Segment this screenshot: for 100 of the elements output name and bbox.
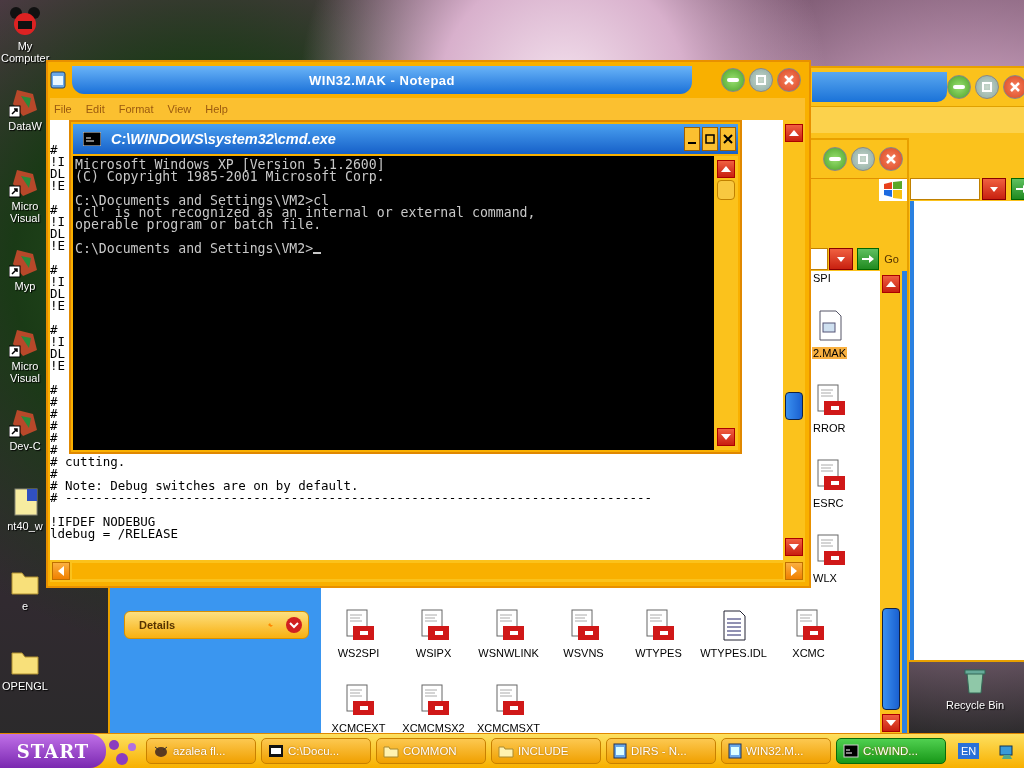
- console-output[interactable]: [73, 156, 714, 450]
- file-name[interactable]: XCMCEXT: [330, 722, 387, 734]
- scroll-right-button[interactable]: [785, 562, 803, 580]
- details-panel-header[interactable]: Details: [124, 611, 309, 639]
- desktop-icon-label: Recycle Bin: [944, 699, 1006, 711]
- scroll-thumb[interactable]: [717, 180, 735, 200]
- dropdown-button[interactable]: [829, 248, 854, 270]
- file-name[interactable]: WSNWLINK: [477, 647, 540, 659]
- right-arrow-icon: [862, 254, 875, 264]
- file-name[interactable]: WSVNS: [562, 647, 605, 659]
- text-line: ldebug = /RELEASE: [50, 528, 178, 540]
- text-line: #: [50, 324, 58, 336]
- file-name[interactable]: WTYPES.IDL: [699, 647, 768, 659]
- console-line: 'cl' is not recognized as an internal or external command,: [75, 207, 536, 219]
- text-line: #: [50, 204, 58, 216]
- desktop-icon-label: Micro Visual: [9, 200, 41, 224]
- text-line: #: [50, 420, 58, 432]
- vertical-scrollbar[interactable]: [783, 120, 805, 560]
- text-line: !E: [50, 300, 66, 312]
- close-icon: [723, 134, 733, 144]
- desktop-icon-label: OPENGL: [1, 680, 49, 692]
- horizontal-scrollbar[interactable]: [50, 560, 805, 582]
- left-arrow-icon: [58, 566, 64, 576]
- maximize-button[interactable]: [749, 68, 773, 92]
- file-name[interactable]: WTYPES: [634, 647, 683, 659]
- caret-icon: [990, 186, 998, 192]
- maximize-button[interactable]: [702, 127, 718, 151]
- scroll-up-button[interactable]: [882, 275, 900, 293]
- dropdown-button[interactable]: [982, 178, 1006, 200]
- file-name[interactable]: 2.MAK: [812, 347, 847, 359]
- network-icon[interactable]: [998, 742, 1016, 760]
- scroll-down-button[interactable]: [785, 538, 803, 556]
- go-button[interactable]: [857, 248, 880, 270]
- bug-icon: [153, 744, 169, 758]
- text-line: !IFDEF NODEBUG: [50, 516, 156, 528]
- window-title: WIN32.MAK - Notepad: [309, 72, 455, 88]
- text-line: DL: [50, 168, 66, 180]
- text-line: #: [50, 444, 58, 456]
- caret-icon: [837, 256, 846, 262]
- text-line: !I: [50, 276, 66, 288]
- text-line: !E: [50, 240, 66, 252]
- desktop-icon-label: Micro Visual: [9, 360, 41, 384]
- file-name[interactable]: ESRC: [812, 497, 845, 509]
- vertical-scrollbar[interactable]: [714, 156, 738, 450]
- file-name[interactable]: WLX: [812, 572, 838, 584]
- up-arrow-icon: [721, 166, 731, 172]
- text-line: #: [50, 384, 58, 396]
- close-icon: [1010, 82, 1020, 92]
- console-line: operable program or batch file.: [75, 219, 322, 231]
- text-line: !I: [50, 336, 66, 348]
- scroll-up-button[interactable]: [785, 124, 803, 142]
- desktop-icon-label: Myp: [13, 280, 37, 292]
- file-name[interactable]: XCMCMSXT: [476, 722, 541, 734]
- file-name[interactable]: XCMC: [791, 647, 826, 659]
- folder-icon: [383, 744, 399, 758]
- file-name[interactable]: WSIPX: [414, 647, 453, 659]
- language-indicator[interactable]: EN: [958, 743, 980, 759]
- text-line: # cutting.: [50, 456, 126, 468]
- scroll-up-button[interactable]: [717, 160, 735, 178]
- scroll-left-button[interactable]: [52, 562, 70, 580]
- window-title: C:\WINDOWS\system32\cmd.exe: [111, 131, 336, 147]
- text-line: !E: [50, 360, 66, 372]
- close-icon: [886, 154, 896, 164]
- go-label[interactable]: Go: [884, 253, 899, 265]
- notepad-icon: [613, 743, 627, 759]
- console-line: C:\Documents and Settings\VM2>: [75, 243, 314, 255]
- minimize-button[interactable]: [684, 127, 700, 151]
- text-line: !I: [50, 156, 66, 168]
- file-name[interactable]: WS2SPI: [336, 647, 381, 659]
- address-field[interactable]: [910, 178, 980, 200]
- close-icon: [784, 75, 794, 85]
- maximize-icon: [982, 82, 992, 92]
- start-button[interactable]: START: [0, 734, 106, 768]
- maximize-icon: [756, 75, 766, 85]
- folder-icon: [498, 744, 514, 758]
- down-arrow-icon: [789, 544, 799, 550]
- scroll-thumb[interactable]: [882, 608, 900, 710]
- file-name[interactable]: XCMCMSX2: [401, 722, 466, 734]
- minimize-icon: [727, 77, 739, 83]
- file-name[interactable]: RROR: [812, 422, 847, 434]
- file-name[interactable]: SPI: [812, 272, 832, 284]
- close-button[interactable]: [720, 127, 736, 151]
- notepad-icon: [728, 743, 742, 759]
- right-arrow-icon: [791, 566, 797, 576]
- text-line: DL: [50, 228, 66, 240]
- scroll-thumb[interactable]: [785, 392, 803, 420]
- text-line: !I: [50, 216, 66, 228]
- text-line: #: [50, 396, 58, 408]
- minimize-icon: [688, 142, 696, 144]
- down-arrow-icon: [721, 434, 731, 440]
- desktop-icon-label: DataW: [7, 120, 43, 132]
- cartoon-head-icon[interactable]: [9, 6, 41, 38]
- scroll-down-button[interactable]: [717, 428, 735, 446]
- desktop-icon-label: My Computer: [1, 40, 49, 64]
- desktop-icon-label: nt40_w: [6, 520, 44, 532]
- console-icon: [83, 132, 101, 146]
- scroll-down-button[interactable]: [882, 714, 900, 732]
- maximize-icon: [705, 134, 715, 144]
- windows-logo-icon: [883, 181, 903, 199]
- text-line: # Note: Debug switches are on by default.: [50, 480, 359, 492]
